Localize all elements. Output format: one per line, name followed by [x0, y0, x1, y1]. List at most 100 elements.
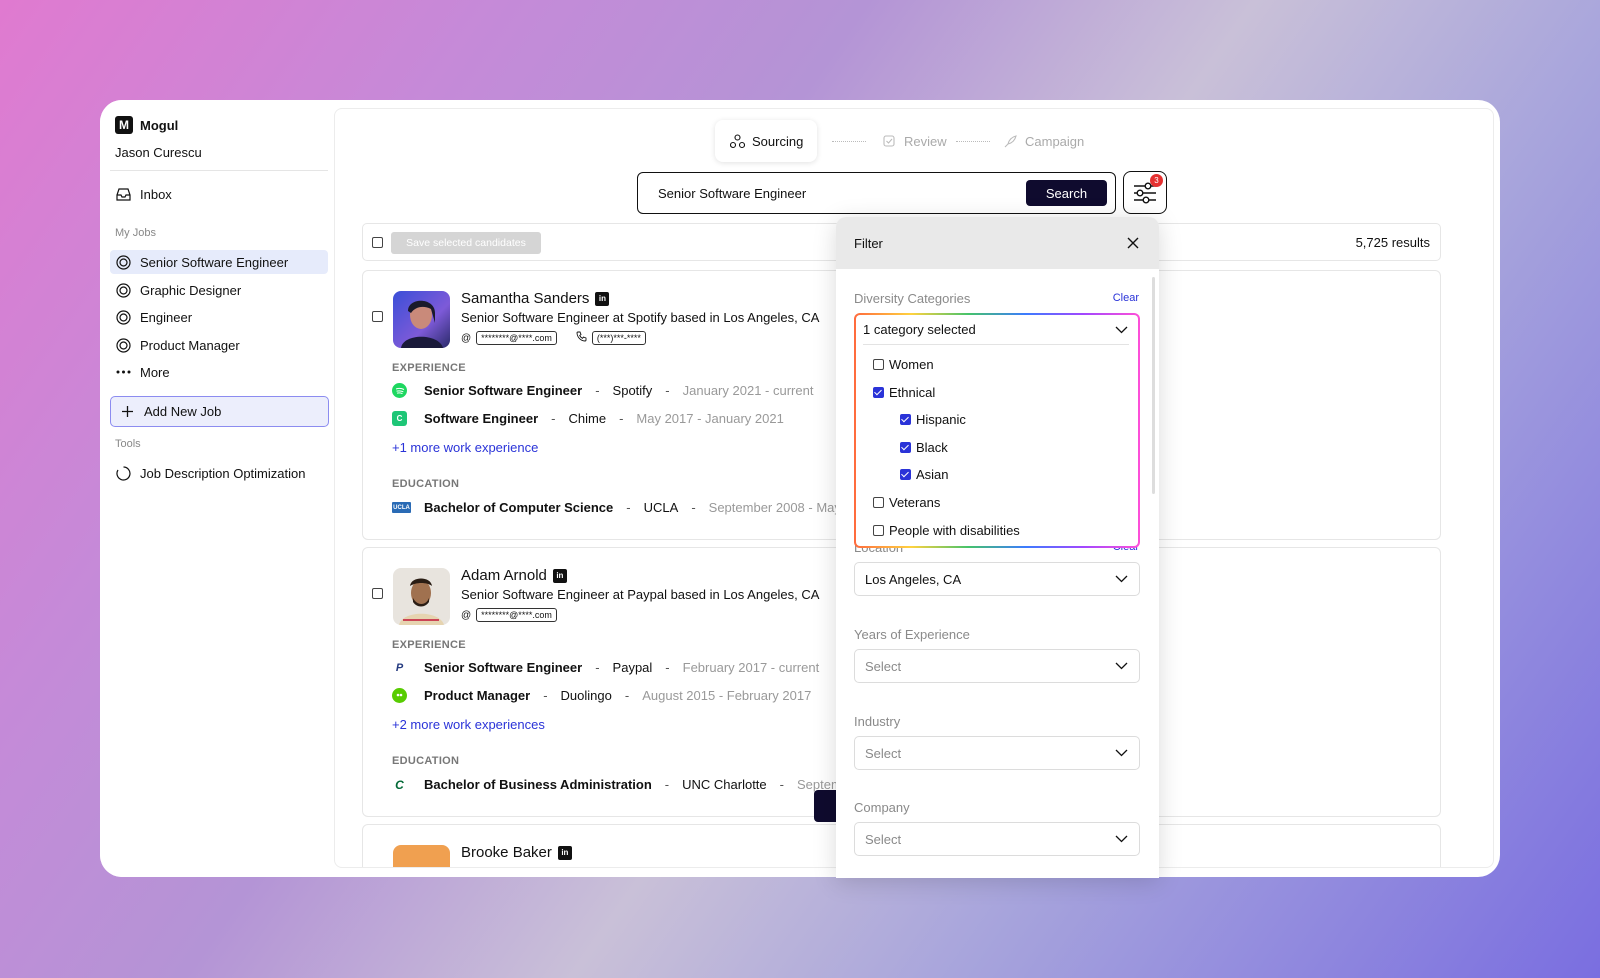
search-input[interactable]: Senior Software Engineer Search: [637, 172, 1116, 214]
phone-icon: [576, 331, 587, 345]
chevron-down-icon: [1113, 831, 1129, 847]
save-selected-button[interactable]: Save selected candidates: [391, 232, 541, 254]
linkedin-icon[interactable]: in: [557, 845, 572, 860]
checkbox[interactable]: [873, 359, 884, 370]
chime-logo-icon: C: [392, 411, 407, 426]
sidebar-item-inbox[interactable]: Inbox: [110, 182, 328, 206]
checkbox[interactable]: [900, 442, 911, 453]
select-all-checkbox[interactable]: [372, 237, 383, 248]
option-label: Black: [916, 440, 948, 455]
checkbox[interactable]: [873, 497, 884, 508]
education-heading: EDUCATION: [392, 755, 460, 767]
tools-heading: Tools: [115, 438, 141, 450]
candidate-name-row: Brooke Baker in: [461, 844, 572, 861]
sidebar: M Mogul Jason Curescu Inbox My Jobs Seni…: [100, 100, 334, 877]
experience-row: Senior Software Engineer - Spotify - Jan…: [392, 383, 813, 398]
option-veterans[interactable]: Veterans: [873, 495, 940, 510]
inbox-icon: [115, 186, 131, 202]
step-campaign[interactable]: Campaign: [1002, 120, 1084, 162]
workflow-steps: Sourcing Review Campaign: [335, 120, 1493, 162]
location-select[interactable]: Los Angeles, CA: [854, 562, 1140, 596]
option-women[interactable]: Women: [873, 357, 934, 372]
industry-select[interactable]: Select: [854, 736, 1140, 770]
candidate-checkbox[interactable]: [372, 311, 383, 322]
sidebar-item-job[interactable]: Product Manager: [110, 333, 328, 357]
masked-email[interactable]: ********@****.com: [476, 608, 557, 622]
checkbox[interactable]: [873, 525, 884, 536]
sidebar-item-job[interactable]: Senior Software Engineer: [110, 250, 328, 274]
sidebar-item-label: Job Description Optimization: [140, 465, 306, 481]
checkbox[interactable]: [900, 469, 911, 480]
floating-action-button[interactable]: [814, 790, 836, 822]
target-icon: [115, 254, 131, 270]
experience-row: P Senior Software Engineer - Paypal - Fe…: [392, 660, 819, 675]
job-title: Senior Software Engineer: [424, 383, 583, 398]
more-experience-link[interactable]: +1 more work experience: [392, 440, 538, 455]
add-new-job-label: Add New Job: [144, 404, 222, 419]
option-label: Hispanic: [916, 412, 966, 427]
rocket-icon: [1002, 133, 1018, 149]
candidate-name[interactable]: Brooke Baker: [461, 844, 552, 861]
step-review[interactable]: Review: [881, 120, 947, 162]
checkbox[interactable]: [873, 387, 884, 398]
option-label: Ethnical: [889, 385, 936, 400]
close-icon[interactable]: [1125, 235, 1141, 251]
diversity-dropdown[interactable]: 1 category selected Women Ethnical Hispa…: [854, 313, 1140, 548]
more-experience-link[interactable]: +2 more work experiences: [392, 717, 545, 732]
years-value: Select: [865, 658, 902, 674]
chevron-up-icon: [1113, 322, 1129, 338]
sidebar-item-more[interactable]: More: [110, 360, 328, 384]
school-name: UCLA: [643, 500, 679, 515]
candidate-name[interactable]: Adam Arnold: [461, 567, 547, 584]
search-value: Senior Software Engineer: [658, 185, 807, 201]
option-asian[interactable]: Asian: [900, 467, 949, 482]
filter-title: Filter: [854, 235, 883, 251]
search-button[interactable]: Search: [1026, 180, 1107, 206]
masked-phone[interactable]: (***)***-****: [591, 331, 646, 345]
step-sourcing[interactable]: Sourcing: [715, 120, 818, 162]
diversity-clear-link[interactable]: Clear: [1113, 292, 1139, 304]
masked-email[interactable]: ********@****.com: [476, 331, 557, 345]
education-row: C Bachelor of Business Administration - …: [392, 777, 861, 792]
sidebar-item-job[interactable]: Engineer: [110, 305, 328, 329]
step-label: Review: [904, 133, 947, 149]
sidebar-item-tool[interactable]: Job Description Optimization: [110, 461, 328, 485]
user-name[interactable]: Jason Curescu: [115, 145, 202, 160]
brand[interactable]: M Mogul: [115, 116, 178, 134]
filter-header: Filter: [836, 217, 1159, 269]
option-ethnical[interactable]: Ethnical: [873, 385, 935, 400]
option-hispanic[interactable]: Hispanic: [900, 412, 966, 427]
candidate-name-row: Samantha Sanders in: [461, 290, 610, 307]
diversity-label: Diversity Categories: [854, 291, 971, 306]
job-title: Senior Software Engineer: [424, 660, 583, 675]
diversity-select[interactable]: 1 category selected: [863, 321, 1129, 345]
sidebar-item-job[interactable]: Graphic Designer: [110, 278, 328, 302]
avatar: [393, 568, 450, 625]
separator: -: [619, 411, 624, 426]
experience-row: Product Manager - Duolingo - August 2015…: [392, 688, 811, 703]
filter-scrollbar[interactable]: [1152, 277, 1155, 494]
years-label: Years of Experience: [854, 627, 970, 642]
linkedin-icon[interactable]: in: [552, 568, 567, 583]
my-jobs-heading: My Jobs: [115, 227, 156, 239]
company-select[interactable]: Select: [854, 822, 1140, 856]
separator: -: [665, 660, 670, 675]
option-disabilities[interactable]: People with disabilities: [873, 523, 1020, 538]
chevron-down-icon: [1113, 571, 1129, 587]
add-new-job-button[interactable]: Add New Job: [110, 396, 329, 427]
target-icon: [115, 337, 131, 353]
company-name: Duolingo: [560, 688, 612, 703]
candidate-checkbox[interactable]: [372, 588, 383, 599]
filter-panel: Filter Diversity Categories Clear Locati…: [836, 217, 1159, 878]
checkbox[interactable]: [900, 414, 911, 425]
linkedin-icon[interactable]: in: [595, 291, 610, 306]
separator: -: [664, 777, 670, 792]
job-dates: February 2017 - current: [682, 660, 820, 675]
candidate-headline: Senior Software Engineer at Spotify base…: [461, 310, 820, 325]
filter-button[interactable]: 3: [1123, 171, 1167, 214]
years-select[interactable]: Select: [854, 649, 1140, 683]
company-name: Paypal: [612, 660, 653, 675]
option-black[interactable]: Black: [900, 440, 948, 455]
candidate-name[interactable]: Samantha Sanders: [461, 290, 589, 307]
contact-row: @ ********@****.com: [461, 608, 557, 622]
